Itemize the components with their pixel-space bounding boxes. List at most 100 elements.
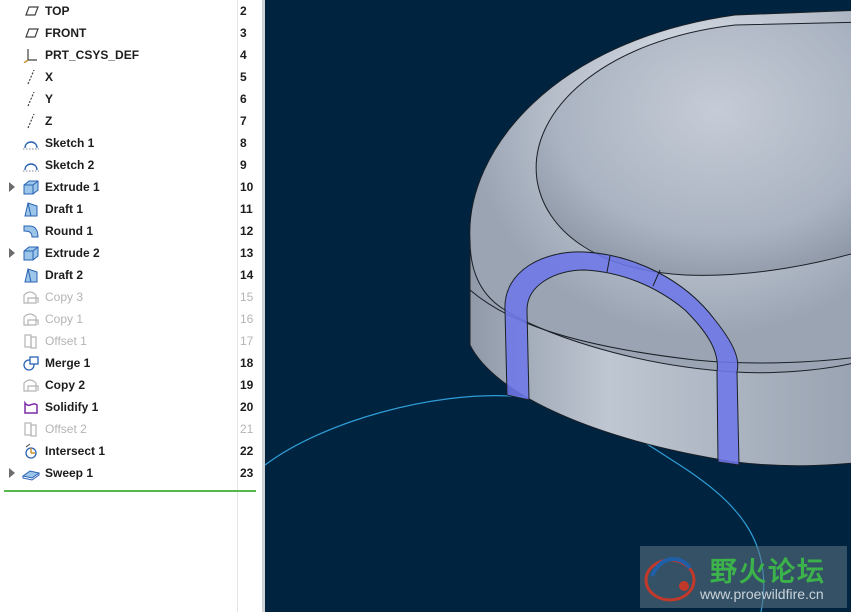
tree-item-number: 23: [240, 466, 254, 480]
round-icon: [22, 223, 40, 239]
wildfire-logo-icon: [644, 557, 696, 602]
tree-item-label: Extrude 1: [45, 180, 100, 194]
tree-item-label: Round 1: [45, 224, 93, 238]
tree-item-number: 10: [240, 180, 254, 194]
tree-item-top[interactable]: TOP 2: [0, 0, 262, 22]
merge-icon: [22, 355, 40, 371]
tree-item-label: Draft 2: [45, 268, 84, 282]
tree-item-label: Copy 1: [45, 312, 84, 326]
tree-item-solidify-1[interactable]: Solidify 1 20: [0, 396, 262, 418]
tree-item-label: Extrude 2: [45, 246, 100, 260]
intersect-icon: [22, 443, 40, 459]
tree-item-draft-1[interactable]: Draft 1 11: [0, 198, 262, 220]
tree-item-number: 18: [240, 356, 254, 370]
sweep-icon: [21, 465, 41, 481]
tree-item-label: X: [45, 70, 54, 84]
coordinate-system-icon: [22, 47, 40, 64]
tree-item-label: Merge 1: [45, 356, 91, 370]
tree-item-label: FRONT: [45, 26, 87, 40]
tree-item-number: 9: [240, 158, 247, 172]
tree-item-prt-csys-def[interactable]: PRT_CSYS_DEF 4: [0, 44, 262, 66]
tree-item-intersect-1[interactable]: Intersect 1 22: [0, 440, 262, 462]
forum-watermark: 野火论坛 www.proewildfire.cn: [640, 546, 847, 608]
datum-axis-icon: [22, 69, 40, 85]
tree-item-copy-2[interactable]: Copy 2 19: [0, 374, 262, 396]
tree-item-label: Copy 2: [45, 378, 86, 392]
tree-item-merge-1[interactable]: Merge 1 18: [0, 352, 262, 374]
datum-plane-icon: [22, 3, 40, 19]
tree-item-y[interactable]: Y6: [0, 88, 262, 110]
extrude-icon: [22, 245, 40, 261]
tree-item-offset-1[interactable]: Offset 1 17: [0, 330, 262, 352]
tree-item-sketch-2[interactable]: Sketch 2 9: [0, 154, 262, 176]
tree-item-number: 20: [240, 400, 254, 414]
tree-item-label: Y: [45, 92, 54, 106]
tree-item-number: 7: [240, 114, 247, 128]
tree-item-label: Intersect 1: [45, 444, 106, 458]
tree-item-number: 15: [240, 290, 254, 304]
tree-item-label: Copy 3: [45, 290, 84, 304]
offset-icon: [22, 333, 40, 349]
tree-item-copy-1[interactable]: Copy 1 16: [0, 308, 262, 330]
tree-item-number: 2: [240, 4, 247, 18]
tree-item-round-1[interactable]: Round 1 12: [0, 220, 262, 242]
part-top-face: [535, 21, 851, 276]
datum-axis-icon: [22, 91, 40, 107]
tree-item-number: 19: [240, 378, 254, 392]
tree-item-number: 11: [240, 202, 253, 216]
tree-item-number: 12: [240, 224, 254, 238]
tree-item-label: PRT_CSYS_DEF: [45, 48, 140, 62]
tree-item-number: 13: [240, 246, 254, 260]
expand-arrow-icon[interactable]: [9, 248, 15, 258]
draft-icon: [22, 267, 40, 283]
tree-item-extrude-2[interactable]: Extrude 2 13: [0, 242, 262, 264]
tree-item-label: Solidify 1: [45, 400, 99, 414]
tree-item-sketch-1[interactable]: Sketch 1 8: [0, 132, 262, 154]
tree-item-z[interactable]: Z7: [0, 110, 262, 132]
tree-item-label: Sketch 2: [45, 158, 95, 172]
tree-item-number: 17: [240, 334, 254, 348]
tree-item-number: 4: [240, 48, 247, 62]
extrude-icon: [22, 179, 40, 195]
tree-item-front[interactable]: FRONT 3: [0, 22, 262, 44]
tree-item-label: Sketch 1: [45, 136, 95, 150]
expand-arrow-icon[interactable]: [9, 182, 15, 192]
tree-item-number: 8: [240, 136, 247, 150]
model-tree-panel: TOP 2 FRONT 3 PRT_CSYS_DEF 4 X 5 Y 6 Z 7 Sketch 1 8 Sk…: [0, 0, 262, 612]
tree-item-label: Offset 1: [45, 334, 87, 348]
tree-item-number: 16: [240, 312, 254, 326]
insert-here-indicator[interactable]: [4, 490, 256, 492]
tree-item-x[interactable]: X5: [0, 66, 262, 88]
tree-item-copy-3[interactable]: Copy 3 15: [0, 286, 262, 308]
tree-item-number: 5: [240, 70, 247, 84]
tree-item-extrude-1[interactable]: Extrude 1 10: [0, 176, 262, 198]
tree-item-number: 21: [240, 422, 254, 436]
tree-item-label: Z: [45, 114, 53, 128]
tree-item-label: Draft 1: [45, 202, 84, 216]
model-canvas[interactable]: [265, 0, 851, 612]
tree-item-number: 22: [240, 444, 254, 458]
sketch-icon: [22, 135, 40, 151]
tree-item-number: 6: [240, 92, 247, 106]
watermark-title: 野火论坛: [710, 557, 826, 587]
tree-item-label: Offset 2: [45, 422, 87, 436]
tree-item-number: 3: [240, 26, 247, 40]
copy-icon: [22, 289, 40, 305]
copy-icon: [22, 311, 40, 327]
tree-item-label: TOP: [45, 4, 70, 18]
draft-icon: [22, 201, 40, 217]
offset-icon: [22, 421, 40, 437]
tree-item-offset-2[interactable]: Offset 2 21: [0, 418, 262, 440]
expand-arrow-icon[interactable]: [9, 468, 15, 478]
datum-axis-icon: [22, 113, 40, 129]
tree-item-label: Sweep 1: [45, 466, 94, 480]
datum-plane-icon: [22, 25, 40, 41]
tree-item-sweep-1[interactable]: Sweep 1 23: [0, 462, 262, 484]
copy-icon: [22, 377, 40, 393]
tree-item-draft-2[interactable]: Draft 2 14: [0, 264, 262, 286]
tree-item-number: 14: [240, 268, 254, 282]
graphics-viewport[interactable]: 野火论坛 www.proewildfire.cn: [265, 0, 851, 612]
watermark-url: www.proewildfire.cn: [700, 586, 824, 602]
sketch-icon: [22, 157, 40, 173]
solidify-icon: [22, 399, 40, 415]
